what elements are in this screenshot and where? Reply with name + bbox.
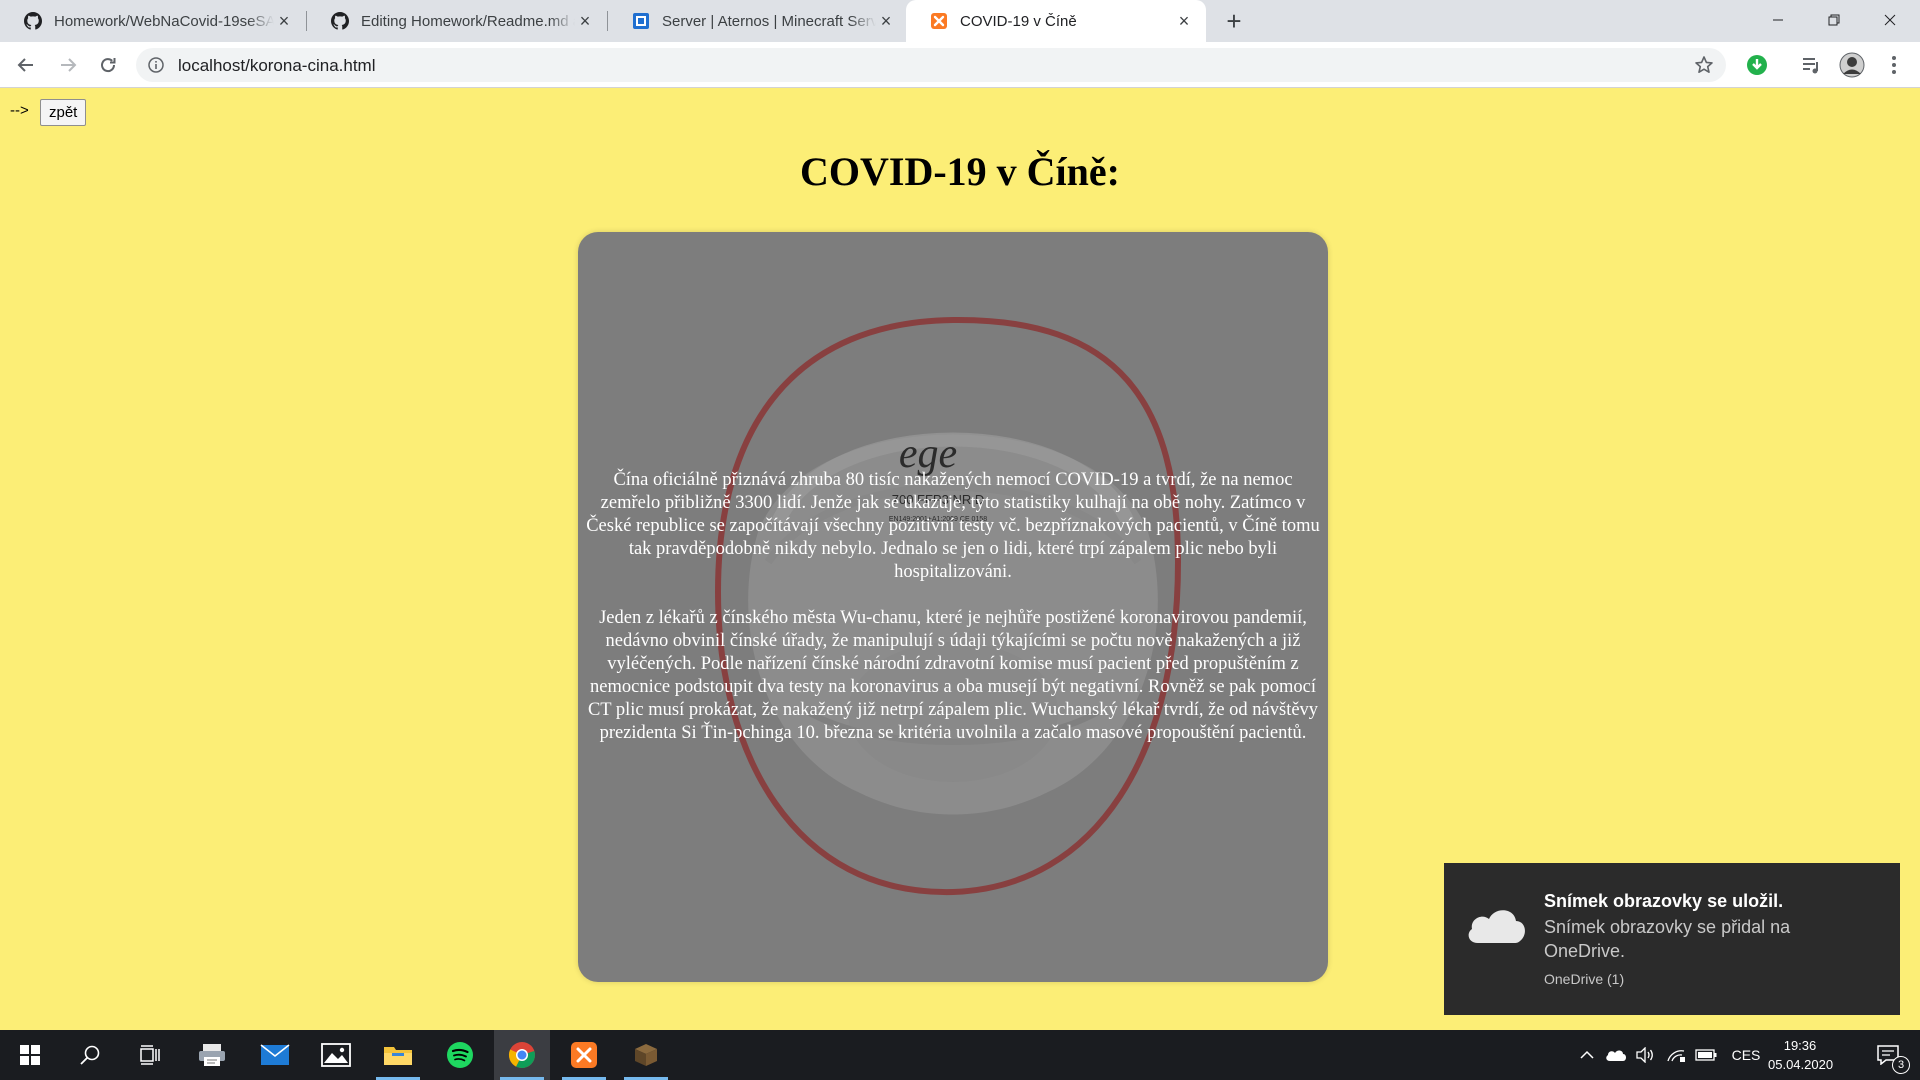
input-language[interactable]: CES	[1728, 1030, 1764, 1080]
onedrive-cloud-icon	[1464, 903, 1528, 952]
mail-icon	[260, 1044, 290, 1065]
xampp-icon	[571, 1042, 597, 1068]
toast-app-name: OneDrive (1)	[1544, 971, 1625, 987]
browser-toolbar: localhost/korona-cina.html	[0, 42, 1920, 88]
photos-icon	[321, 1043, 351, 1067]
media-queue-icon[interactable]	[1795, 49, 1827, 81]
forward-nav-button[interactable]	[52, 49, 84, 81]
taskbar-app-xampp[interactable]	[556, 1030, 612, 1080]
address-bar[interactable]: localhost/korona-cina.html	[136, 48, 1726, 82]
taskbar-app-file-explorer[interactable]	[370, 1030, 426, 1080]
notification-badge: 3	[1892, 1056, 1910, 1074]
spotify-icon	[447, 1042, 473, 1068]
printer-icon	[199, 1044, 225, 1066]
tab-title: Homework/WebNaCovid-19seSA	[54, 12, 274, 30]
profile-avatar[interactable]	[1836, 49, 1868, 81]
taskbar-app-photos[interactable]	[308, 1030, 364, 1080]
close-icon[interactable]: ×	[1174, 11, 1194, 31]
folder-icon	[384, 1047, 412, 1065]
paragraph: Jeden z lékařů z čínského města Wu-chanu…	[587, 608, 1319, 743]
tab-editing-readme[interactable]: Editing Homework/Readme.md a ×	[307, 0, 607, 42]
chrome-icon	[508, 1042, 535, 1069]
xampp-icon	[930, 12, 948, 30]
taskbar-app-printer[interactable]	[184, 1030, 240, 1080]
task-view-button[interactable]	[122, 1030, 178, 1080]
tab-title: Server | Aternos | Minecraft Serve	[662, 12, 876, 30]
volume-icon[interactable]	[1632, 1030, 1658, 1080]
tray-overflow-icon[interactable]	[1574, 1030, 1600, 1080]
tab-homework-repo[interactable]: Homework/WebNaCovid-19seSA ×	[0, 0, 306, 42]
close-icon[interactable]: ×	[575, 11, 595, 31]
close-icon[interactable]: ×	[876, 11, 896, 31]
extension-icon[interactable]	[1741, 49, 1773, 81]
minecraft-icon	[635, 1044, 657, 1066]
tab-aternos-server[interactable]: Server | Aternos | Minecraft Serve ×	[608, 0, 908, 42]
start-button[interactable]	[2, 1030, 58, 1080]
arrow-left-icon	[17, 58, 33, 72]
system-clock[interactable]: 19:36 05.04.2020	[1768, 1036, 1834, 1074]
arrow-right-icon	[61, 58, 77, 72]
back-nav-button[interactable]	[10, 49, 42, 81]
tab-covid-cina[interactable]: COVID-19 v Číně ×	[906, 0, 1206, 42]
restore-button[interactable]	[1806, 0, 1862, 40]
close-icon[interactable]: ×	[274, 11, 294, 31]
new-tab-button[interactable]: +	[1219, 6, 1249, 36]
taskbar-app-minecraft[interactable]	[618, 1030, 674, 1080]
clock-time: 19:36	[1783, 1038, 1817, 1053]
page-title: COVID-19 v Číně:	[800, 149, 1120, 194]
toast-body: Snímek obrazovky se přidal na OneDrive.	[1544, 917, 1791, 961]
network-icon[interactable]	[1663, 1030, 1689, 1080]
reload-button[interactable]	[92, 49, 124, 81]
windows-icon	[20, 1045, 40, 1065]
menu-kebab-icon[interactable]	[1878, 49, 1910, 81]
clock-date: 05.04.2020	[1768, 1057, 1834, 1072]
search-icon	[80, 1045, 100, 1065]
github-icon	[24, 12, 42, 30]
toast-title: Snímek obrazovky se uložil.	[1544, 891, 1784, 911]
aternos-icon	[632, 12, 650, 30]
battery-icon[interactable]	[1693, 1030, 1719, 1080]
tab-strip: Homework/WebNaCovid-19seSA × Editing Hom…	[0, 0, 1920, 42]
taskbar-app-spotify[interactable]	[432, 1030, 488, 1080]
tab-title: Editing Homework/Readme.md a	[361, 12, 575, 30]
minimize-button[interactable]	[1750, 0, 1806, 40]
url-text[interactable]: localhost/korona-cina.html	[178, 56, 375, 76]
arrow-text: -->	[10, 102, 29, 119]
bookmark-star-icon[interactable]	[1694, 55, 1714, 80]
tab-title: COVID-19 v Číně	[960, 12, 1077, 30]
taskbar: CES 19:36 05.04.2020 3	[0, 1030, 1920, 1080]
task-view-icon	[140, 1045, 160, 1065]
info-icon[interactable]	[148, 57, 164, 78]
onedrive-tray-icon[interactable]	[1603, 1030, 1629, 1080]
github-icon	[331, 12, 349, 30]
content-card: ege 700 FFP3 NR D EN149:2001+A1:2009 CE …	[578, 232, 1328, 982]
taskbar-app-mail[interactable]	[247, 1030, 303, 1080]
taskbar-app-chrome[interactable]	[494, 1030, 550, 1080]
paragraph: Čína oficiálně přiznává zhruba 80 tisíc …	[586, 470, 1320, 582]
close-window-button[interactable]	[1862, 0, 1918, 40]
action-center-button[interactable]: 3	[1862, 1030, 1914, 1080]
onedrive-toast[interactable]: Snímek obrazovky se uložil. Snímek obraz…	[1444, 863, 1900, 1015]
back-button[interactable]: zpět	[40, 99, 87, 126]
search-button[interactable]	[62, 1030, 118, 1080]
reload-icon	[101, 58, 116, 73]
article-text: Čína oficiálně přiznává zhruba 80 tisíc …	[586, 232, 1320, 982]
